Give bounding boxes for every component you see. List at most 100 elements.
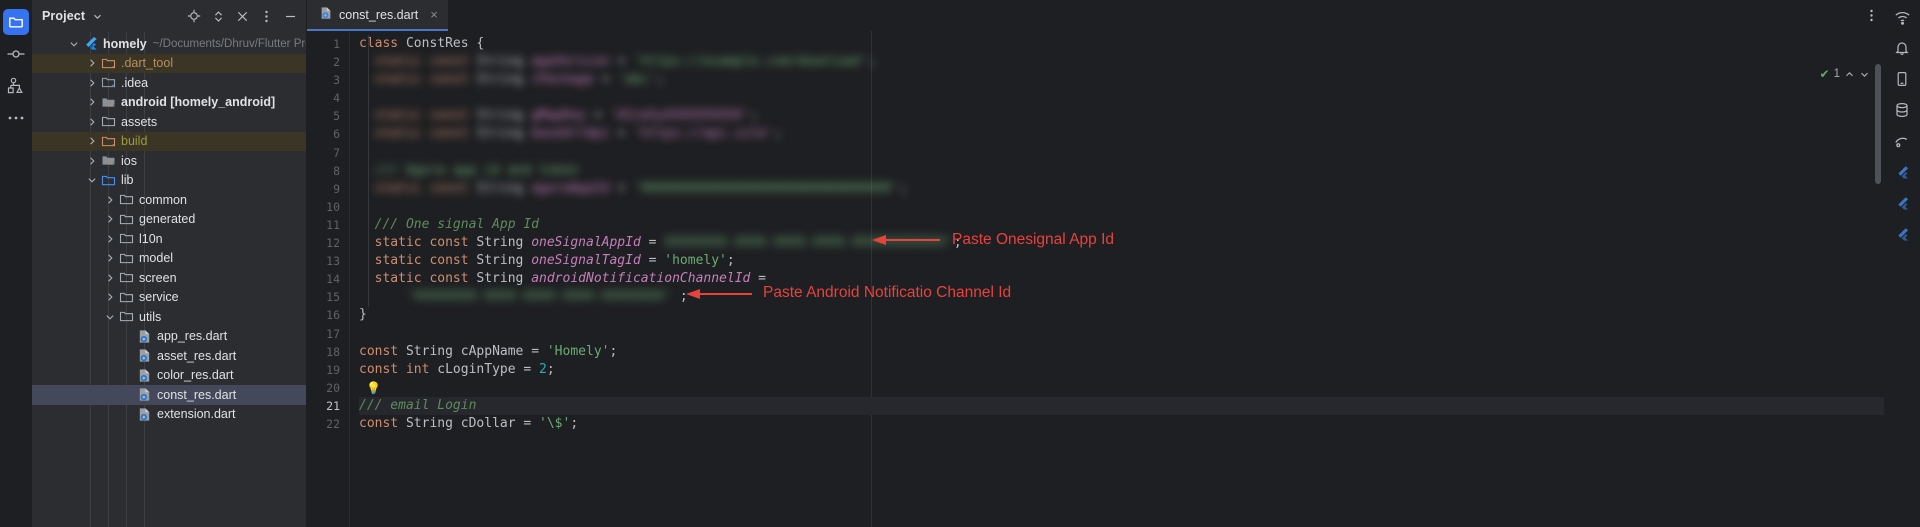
tree-row[interactable]: homely ~/Documents/Dhruv/Flutter Project/ bbox=[32, 34, 306, 54]
redacted-code-token: '00000000000000000000000000000000' bbox=[632, 180, 900, 196]
database-icon[interactable] bbox=[1891, 99, 1913, 121]
code-line[interactable]: /// Agora app id and token bbox=[359, 162, 1884, 180]
code-line[interactable] bbox=[359, 325, 1884, 343]
tree-row[interactable]: ios bbox=[32, 151, 306, 171]
code-content[interactable]: class ConstRes { static const String app… bbox=[349, 31, 1884, 527]
chevron-right-icon[interactable] bbox=[84, 55, 100, 71]
code-line[interactable]: 'XXXXXXXX-XXXX-XXXX-XXXX-XXXXXXXX' ; bbox=[359, 288, 1884, 306]
flutter-outline-icon[interactable] bbox=[1891, 192, 1913, 214]
tree-row[interactable]: const_res.dart bbox=[32, 385, 306, 405]
tree-row[interactable]: assets bbox=[32, 112, 306, 132]
chevron-right-icon[interactable] bbox=[84, 114, 100, 130]
code-line[interactable]: static const String gMapKey = 'AIzaSyXXX… bbox=[359, 107, 1884, 125]
tree-row[interactable]: service bbox=[32, 288, 306, 308]
project-panel: Project homely ~/Documents/Dhruv/Flutter… bbox=[32, 0, 307, 527]
tree-row[interactable]: model bbox=[32, 249, 306, 269]
chevron-right-icon[interactable] bbox=[102, 270, 118, 286]
tree-row[interactable]: app_res.dart bbox=[32, 327, 306, 347]
code-line[interactable]: static const String appVersion = 'https:… bbox=[359, 53, 1884, 71]
intention-bulb-icon[interactable]: 💡 bbox=[359, 381, 381, 395]
code-line[interactable] bbox=[359, 144, 1884, 162]
tree-row[interactable]: lib bbox=[32, 171, 306, 191]
code-line[interactable]: /// email Login bbox=[359, 396, 1884, 415]
chevron-right-icon[interactable] bbox=[84, 75, 100, 91]
code-line[interactable]: static const String baseUrlApi = 'https:… bbox=[359, 125, 1884, 143]
redacted-code-token: ; bbox=[750, 108, 759, 124]
tree-row[interactable]: color_res.dart bbox=[32, 366, 306, 386]
code-line[interactable]: static const String oneSignalTagId = 'ho… bbox=[359, 252, 1884, 270]
folder-source-icon bbox=[100, 172, 116, 188]
tree-row[interactable]: common bbox=[32, 190, 306, 210]
chevron-right-icon[interactable] bbox=[102, 192, 118, 208]
chevron-right-icon[interactable] bbox=[102, 211, 118, 227]
chevron-down-icon[interactable] bbox=[102, 309, 118, 325]
tab-const-res-dart[interactable]: const_res.dart × bbox=[307, 0, 448, 31]
tree-row[interactable]: l10n bbox=[32, 229, 306, 249]
project-tree[interactable]: homely ~/Documents/Dhruv/Flutter Project/… bbox=[32, 32, 306, 527]
editor-options-icon[interactable] bbox=[1869, 0, 1884, 31]
code-line[interactable]: static const String cPackage = 'abc'; bbox=[359, 71, 1884, 89]
tree-row[interactable]: build bbox=[32, 131, 306, 151]
redacted-value: XXXXXXXX-XXXX-XXXX-XXXX-XXXXXXXXXXXX' bbox=[664, 235, 954, 251]
code-editor[interactable]: 1 2 3 4 5 6 7 8 9 10 11 12 13 14 15 16 17 18 19 20 21 22 clas… bbox=[307, 31, 1884, 527]
close-icon[interactable]: × bbox=[430, 7, 438, 22]
project-icon[interactable] bbox=[3, 9, 29, 35]
redacted-code-token bbox=[422, 107, 430, 125]
chevron-right-icon[interactable] bbox=[84, 153, 100, 169]
line-number: 15 bbox=[326, 290, 340, 305]
chevron-down-icon[interactable] bbox=[84, 172, 100, 188]
flutter-icon bbox=[82, 36, 98, 52]
chevron-down-icon[interactable] bbox=[92, 11, 103, 22]
hide-panel-icon[interactable] bbox=[280, 6, 300, 26]
expand-collapse-icon[interactable] bbox=[208, 6, 228, 26]
tree-row[interactable]: screen bbox=[32, 268, 306, 288]
tree-row[interactable]: utils bbox=[32, 307, 306, 327]
code-token: = bbox=[640, 235, 665, 251]
code-line[interactable]: } bbox=[359, 306, 1884, 324]
tree-row[interactable]: .idea bbox=[32, 73, 306, 93]
code-line[interactable]: static const String agoraAppId = '000000… bbox=[359, 180, 1884, 198]
select-opened-file-icon[interactable] bbox=[184, 6, 204, 26]
tree-row[interactable]: asset_res.dart bbox=[32, 346, 306, 366]
code-line[interactable]: const String cAppName = 'Homely'; bbox=[359, 343, 1884, 361]
commit-icon[interactable] bbox=[3, 41, 29, 67]
chevron-up-icon[interactable] bbox=[1844, 69, 1855, 80]
code-line[interactable]: 💡 bbox=[359, 379, 1884, 397]
code-line[interactable]: static const String oneSignalAppId = XXX… bbox=[359, 234, 1884, 252]
inspection-status[interactable]: ✔ 1 bbox=[1820, 67, 1870, 81]
editor-scrollbar[interactable] bbox=[1872, 62, 1884, 527]
code-line[interactable]: const int cLoginType = 2; bbox=[359, 361, 1884, 379]
chevron-down-icon[interactable] bbox=[66, 36, 82, 52]
tree-row[interactable]: .dart_tool bbox=[32, 53, 306, 73]
chevron-right-icon[interactable] bbox=[102, 289, 118, 305]
code-line[interactable] bbox=[359, 89, 1884, 107]
flutter-inspector-icon[interactable] bbox=[1891, 161, 1913, 183]
chevron-right-icon[interactable] bbox=[84, 94, 100, 110]
code-line[interactable]: static const String androidNotificationC… bbox=[359, 270, 1884, 288]
chevron-right-icon[interactable] bbox=[102, 250, 118, 266]
chevron-right-icon[interactable] bbox=[102, 231, 118, 247]
redacted-code-token bbox=[469, 71, 477, 89]
scrollbar-thumb[interactable] bbox=[1875, 64, 1881, 184]
flutter-performance-icon[interactable] bbox=[1891, 223, 1913, 245]
tree-row[interactable]: extension.dart bbox=[32, 405, 306, 425]
bell-icon[interactable] bbox=[1891, 37, 1913, 59]
code-line[interactable] bbox=[359, 198, 1884, 216]
device-manager-icon[interactable] bbox=[1891, 68, 1913, 90]
gradle-icon[interactable] bbox=[1891, 130, 1913, 152]
options-menu-icon[interactable] bbox=[256, 6, 276, 26]
tree-row[interactable]: android [homely_android] bbox=[32, 93, 306, 113]
structure-icon[interactable] bbox=[3, 73, 29, 99]
wifi-icon[interactable] bbox=[1891, 6, 1913, 28]
chevron-right-icon[interactable] bbox=[84, 133, 100, 149]
line-number: 4 bbox=[333, 91, 340, 106]
tree-item-label: assets bbox=[121, 114, 158, 129]
code-line[interactable]: const String cDollar = '\$'; bbox=[359, 415, 1884, 433]
line-number: 21 bbox=[326, 398, 340, 413]
more-tool-windows-icon[interactable] bbox=[3, 105, 29, 131]
chevron-down-inspection-icon[interactable] bbox=[1859, 69, 1870, 80]
collapse-all-icon[interactable] bbox=[232, 6, 252, 26]
tree-row[interactable]: generated bbox=[32, 210, 306, 230]
code-line[interactable]: /// One signal App Id bbox=[359, 216, 1884, 234]
code-line[interactable]: class ConstRes { bbox=[359, 35, 1884, 53]
